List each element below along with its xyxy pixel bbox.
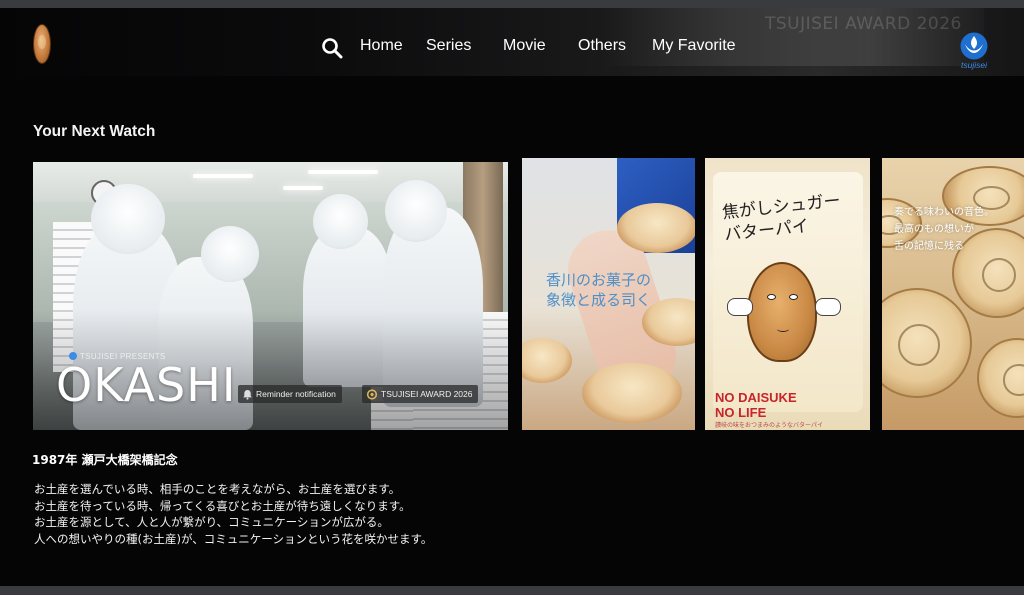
search-icon[interactable] [321, 37, 343, 59]
nav-series[interactable]: Series [426, 37, 471, 55]
cookie-logo-icon[interactable] [33, 24, 51, 64]
thumbnail-card[interactable]: 香川のお菓子の 象徴と成る司く [522, 158, 695, 430]
app-window: TSUJISEI AWARD 2026 Home Series Movie Ot… [0, 0, 1024, 595]
nav-my-favorite[interactable]: My Favorite [652, 37, 736, 55]
section-title: Your Next Watch [33, 123, 156, 140]
thumbnail-caption: 香川のお菓子の 象徴と成る司く [546, 270, 651, 310]
description-title: 1987年 瀬戸大橋架橋記念 [32, 453, 178, 467]
thumbnail-caption: NO DAISUKE NO LIFE [715, 390, 797, 420]
reminder-notification-chip[interactable]: Reminder notification [238, 385, 342, 403]
brand-text: tsujisei [961, 60, 987, 70]
description-line: お土産を待っている時、帰ってくる喜びとお土産が待ち遠しくなります。 [34, 498, 411, 513]
nav-movie[interactable]: Movie [503, 37, 546, 55]
caption-line: 最高のもの想いが [894, 224, 974, 235]
header-watermark: TSUJISEI AWARD 2026 [765, 14, 962, 34]
description-line: 人への想いやりの種(お土産)が、コミュニケーションという花を咲かせます。 [34, 531, 433, 546]
chip-label: Reminder notification [256, 389, 336, 399]
character-eye [789, 294, 798, 300]
description-line: お土産を源として、人と人が繋がり、コミュニケーションが広がる。 [34, 515, 389, 529]
bottom-bar [0, 586, 1024, 595]
caption-line: NO DAISUKE [715, 390, 797, 405]
chip-label: TSUJISEI AWARD 2026 [381, 389, 473, 399]
tsujisei-emblem-icon [960, 32, 988, 60]
pie-character [747, 262, 817, 362]
thumbnail-card[interactable]: 焦がしシュガー バターパイ NO DAISUKE NO LIFE 讃岐の味をおつ… [705, 158, 870, 430]
tart-shape [582, 363, 682, 423]
caption-line: 舌の記憶に残る [894, 241, 964, 252]
hero-card[interactable]: TSUJISEI PRESENTS OKASHI Reminder notifi… [33, 162, 508, 430]
tart-shape [617, 203, 695, 253]
thumbnail-caption: 奏でる味わいの音色。 最高のもの想いが 舌の記憶に残る [894, 204, 994, 255]
character-mouth [777, 326, 789, 332]
description-line: お土産を選んでいる時、相手のことを考えながら、お土産を選びます。 [34, 482, 401, 496]
award-icon [366, 389, 378, 400]
award-chip[interactable]: TSUJISEI AWARD 2026 [362, 385, 479, 403]
bell-icon [243, 390, 252, 400]
caption-line: 奏でる味わいの音色。 [894, 207, 994, 218]
top-bar [0, 0, 1024, 8]
brand-logo[interactable]: tsujisei [956, 32, 992, 74]
package-subtext: 讃岐の味をおつまみのようなバターパイ [715, 422, 823, 429]
cookie-shape [882, 288, 972, 398]
tart-shape [522, 338, 572, 383]
caption-line: 象徴と成る司く [546, 291, 652, 309]
caption-line: NO LIFE [715, 405, 767, 420]
character-hand [815, 298, 841, 316]
nav-home[interactable]: Home [360, 37, 403, 55]
thumbnail-card[interactable]: 奏でる味わいの音色。 最高のもの想いが 舌の記憶に残る [882, 158, 1024, 430]
character-hand [727, 298, 753, 316]
cookie-shape [977, 338, 1024, 418]
description-body: お土産を選んでいる時、相手のことを考えながら、お土産を選びます。 お土産を待って… [34, 481, 432, 547]
hero-title: OKASHI [56, 358, 237, 412]
caption-line: 香川のお菓子の [546, 271, 652, 289]
nav-others[interactable]: Others [578, 37, 626, 55]
character-eye [767, 294, 776, 300]
